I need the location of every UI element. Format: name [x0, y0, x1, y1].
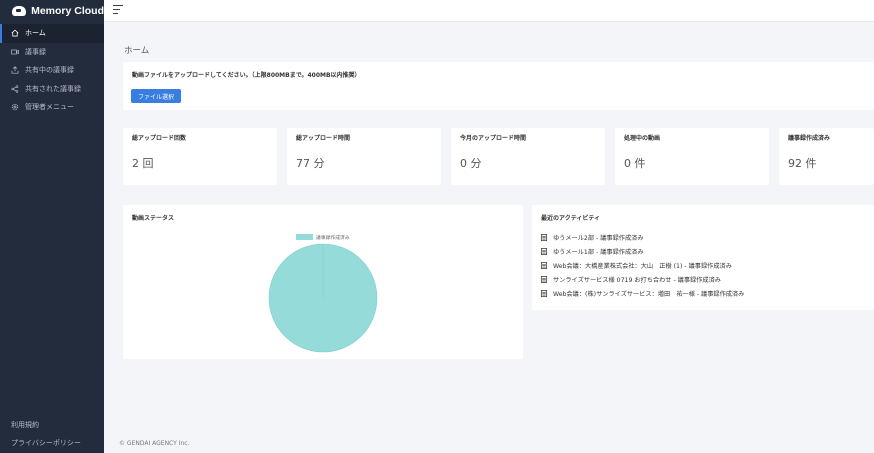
legend-label: 議事録作成済み — [316, 234, 350, 241]
sidebar-item-label: 共有された議事録 — [25, 84, 81, 93]
page-title: ホーム — [124, 46, 150, 56]
video-icon — [11, 48, 19, 56]
stat-value: 92 件 — [788, 157, 817, 170]
app-title: Memory Cloud — [31, 5, 104, 17]
pie-chart: 議事録作成済み — [268, 234, 378, 353]
upload-instruction: 動画ファイルをアップロードしてください。（上限800MBまで。400MB以内推奨… — [132, 72, 361, 79]
activity-item[interactable]: Web会議：(株)サンライズサービス：増田 祐一様 - 議事録作成済み — [541, 286, 744, 300]
sidebar-footer: 利用規約 プライバシーポリシー — [0, 416, 104, 453]
activity-item[interactable]: サンライズサービス様 0719 お打ち合わせ - 議事録作成済み — [541, 272, 744, 286]
activity-item-label: ゆうメール1部 - 議事録作成済み — [553, 249, 644, 257]
activity-item[interactable]: Web会議：大橋産業株式会社：大山 正樹 (1) - 議事録作成済み — [541, 259, 744, 273]
video-status-card: 動画ステータス 議事録作成済み — [123, 205, 523, 359]
terms-link[interactable]: 利用規約 — [0, 416, 104, 433]
app-logo[interactable]: Memory Cloud — [0, 0, 104, 22]
document-icon — [541, 248, 547, 256]
stat-label: 総アップロード時間 — [296, 135, 351, 142]
stat-card-total-upload-time: 総アップロード時間 77 分 — [287, 128, 441, 185]
activity-item[interactable]: ゆうメール2部 - 議事録作成済み — [541, 231, 744, 245]
document-icon — [541, 289, 547, 297]
sidebar-item-label: 共有中の議事録 — [25, 66, 74, 75]
stat-card-total-uploads: 総アップロード回数 2 回 — [123, 128, 277, 185]
sidebar-item-home[interactable]: ホーム — [0, 24, 104, 43]
activity-item-label: ゆうメール2部 - 議事録作成済み — [553, 235, 644, 243]
privacy-link[interactable]: プライバシーポリシー — [0, 434, 104, 451]
upload-card: 動画ファイルをアップロードしてください。（上限800MBまで。400MB以内推奨… — [123, 62, 874, 110]
document-icon — [541, 275, 547, 283]
top-bar — [104, 0, 874, 22]
stat-card-processing: 処理中の動画 0 件 — [615, 128, 769, 185]
activity-item[interactable]: ゆうメール1部 - 議事録作成済み — [541, 245, 744, 259]
document-icon — [541, 234, 547, 242]
activity-item-label: Web会議：大橋産業株式会社：大山 正樹 (1) - 議事録作成済み — [553, 262, 732, 270]
stat-value: 77 分 — [296, 157, 325, 170]
stat-value: 0 件 — [624, 157, 646, 170]
stat-label: 総アップロード回数 — [132, 135, 187, 142]
sidebar-item-shared[interactable]: 共有された議事録 — [0, 80, 104, 99]
stat-card-minutes-created: 議事録作成済み 92 件 — [779, 128, 874, 185]
cloud-icon — [12, 6, 27, 16]
gear-icon — [11, 103, 19, 111]
home-icon — [11, 29, 19, 37]
stat-value: 0 分 — [460, 157, 482, 170]
menu-toggle-icon[interactable] — [113, 5, 123, 14]
share-icon — [11, 85, 19, 93]
sidebar-nav: ホーム 議事録 共有中の議事録 共有された議事録 管理者メニュー — [0, 24, 104, 117]
sidebar-item-admin[interactable]: 管理者メニュー — [0, 98, 104, 117]
activity-item-label: サンライズサービス様 0719 お打ち合わせ - 議事録作成済み — [553, 276, 721, 284]
upload-icon — [11, 66, 19, 74]
stat-label: 今月のアップロード時間 — [460, 135, 527, 142]
activity-item-label: Web会議：(株)サンライズサービス：増田 祐一様 - 議事録作成済み — [553, 290, 745, 298]
sidebar-item-minutes[interactable]: 議事録 — [0, 43, 104, 62]
activity-list: ゆうメール2部 - 議事録作成済み ゆうメール1部 - 議事録作成済み Web会議：… — [541, 231, 744, 300]
document-icon — [541, 261, 547, 269]
sidebar: Memory Cloud ホーム 議事録 共有中の議事録 共有された議事録 管理… — [0, 0, 104, 453]
sidebar-item-label: 管理者メニュー — [25, 103, 74, 112]
recent-activity-card: 最近のアクティビティ ゆうメール2部 - 議事録作成済み ゆうメール1部 - 議事… — [532, 205, 874, 310]
activity-title: 最近のアクティビティ — [541, 215, 600, 222]
file-select-button[interactable]: ファイル選択 — [131, 89, 181, 103]
sidebar-item-label: ホーム — [25, 29, 46, 38]
stat-label: 議事録作成済み — [788, 135, 831, 142]
stat-value: 2 回 — [132, 157, 154, 170]
stat-label: 処理中の動画 — [624, 135, 661, 142]
sidebar-item-label: 議事録 — [25, 47, 46, 56]
sidebar-item-sharing[interactable]: 共有中の議事録 — [0, 61, 104, 80]
copyright: © GENDAI AGENCY Inc. — [119, 440, 190, 447]
legend-swatch[interactable] — [296, 234, 313, 240]
stat-card-monthly-upload-time: 今月のアップロード時間 0 分 — [451, 128, 605, 185]
